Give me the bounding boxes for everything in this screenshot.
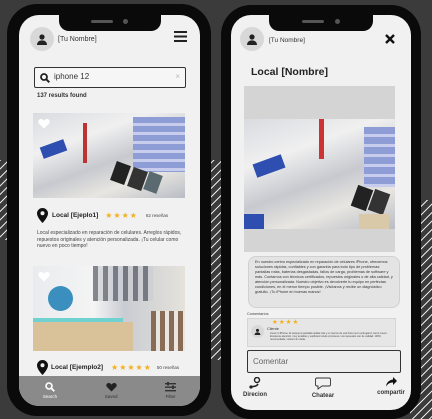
search-icon xyxy=(40,73,50,83)
page-title: Local [Nombre] xyxy=(251,66,329,78)
chat-button[interactable]: Chatear xyxy=(303,377,343,399)
search-input[interactable]: iphone 12 × xyxy=(34,67,186,88)
close-button[interactable] xyxy=(385,31,395,49)
heart-icon[interactable] xyxy=(38,118,50,129)
results-count: 137 results found xyxy=(37,93,87,99)
comment-avatar xyxy=(251,325,264,338)
nav-search[interactable]: Search xyxy=(43,381,57,399)
rating-stars: ★★★★★ xyxy=(111,363,152,372)
phone-detail: [Tu Nombre] Local [Nombre] En nuestro ce… xyxy=(221,5,421,419)
heart-icon xyxy=(105,382,117,391)
review-count: 50 reseñas xyxy=(156,365,180,370)
search-screen: [Tu Nombre] iphone 12 × 137 results foun… xyxy=(19,15,200,406)
comment-author: Cliente xyxy=(267,327,279,331)
detail-screen: [Tu Nombre] Local [Nombre] En nuestro ce… xyxy=(231,15,411,410)
menu-button[interactable] xyxy=(174,29,187,47)
user-icon xyxy=(37,34,47,45)
chat-icon xyxy=(315,377,331,390)
listing-image[interactable] xyxy=(33,266,185,351)
phone-search: [Tu Nombre] iphone 12 × 137 results foun… xyxy=(7,4,211,416)
share-icon xyxy=(385,377,397,387)
share-button[interactable]: compartir xyxy=(371,377,411,399)
filter-icon xyxy=(165,381,177,391)
heart-icon[interactable] xyxy=(38,271,50,282)
review-count: 62 reseñas xyxy=(145,213,169,218)
search-value: iphone 12 xyxy=(54,72,90,81)
notch xyxy=(269,15,373,31)
user-icon xyxy=(254,328,261,335)
listing-description: Local especializado en reparación de cel… xyxy=(37,230,182,249)
listing-image[interactable] xyxy=(33,113,185,198)
listing-row[interactable]: Local [Ejemplo2] ★★★★★ 50 reseñas xyxy=(37,360,179,375)
user-name: [Tu Nombre] xyxy=(58,36,97,43)
action-bar: Direcion Chatear compartir xyxy=(231,377,411,399)
directions-icon xyxy=(249,377,261,389)
rating-stars: ★★★★ xyxy=(105,211,138,220)
avatar[interactable] xyxy=(30,27,54,51)
nav-saved[interactable]: Saved xyxy=(105,382,118,399)
comment-card: ★★★★ Cliente Llevé mi iPhone 12 porque l… xyxy=(247,318,396,347)
comment-text: Llevé mi iPhone 12 porque la pantalla es… xyxy=(270,332,388,341)
nav-filter[interactable]: Filter xyxy=(165,381,177,399)
image-gallery[interactable] xyxy=(244,86,395,252)
shop-photo xyxy=(244,119,395,229)
close-icon xyxy=(385,34,395,44)
user-name: [Tu Nombre] xyxy=(269,37,305,44)
listing-name[interactable]: Local [Ejeplo1] xyxy=(52,212,98,219)
comments-label: Comentarios xyxy=(247,312,269,316)
search-icon xyxy=(45,381,55,392)
shop-description: En nuestro centro especializado en repar… xyxy=(248,256,400,308)
listing-name[interactable]: Local [Ejemplo2] xyxy=(51,364,103,371)
location-pin-icon xyxy=(37,208,48,223)
comment-input[interactable]: Comentar xyxy=(247,350,401,373)
bottom-nav: Search Saved Filter xyxy=(19,376,200,406)
directions-button[interactable]: Direcion xyxy=(235,377,275,399)
user-icon xyxy=(247,34,257,45)
clear-search-icon[interactable]: × xyxy=(175,72,180,81)
avatar[interactable] xyxy=(240,27,264,51)
notch xyxy=(59,15,161,31)
listing-row[interactable]: Local [Ejeplo1] ★★★★ 62 reseñas xyxy=(37,208,168,223)
menu-icon xyxy=(174,31,187,42)
comment-stars: ★★★★ xyxy=(272,319,300,326)
location-pin-icon xyxy=(37,360,48,375)
